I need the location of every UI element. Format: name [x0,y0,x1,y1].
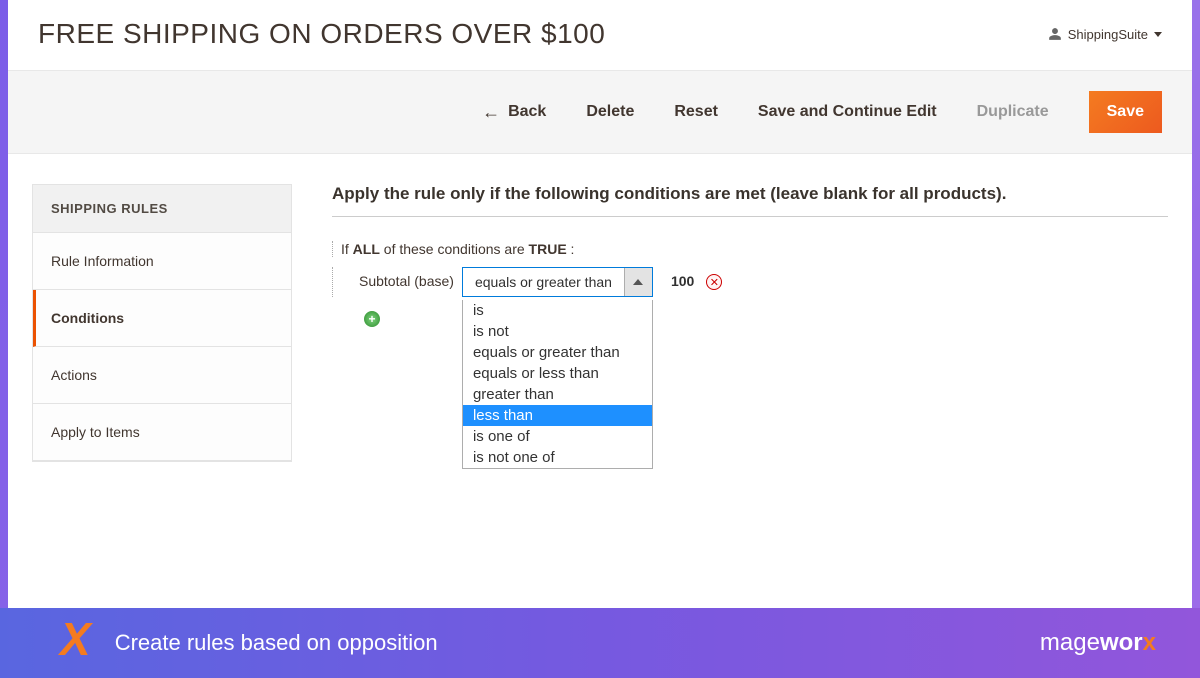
conditions-section-title: Apply the rule only if the following con… [332,184,1168,217]
caret-down-icon [1154,32,1162,37]
remove-condition-icon[interactable]: ✕ [706,274,722,290]
user-menu[interactable]: ShippingSuite [1048,27,1162,42]
cond-true[interactable]: TRUE [529,241,567,257]
footer-banner: X Create rules based on opposition magew… [0,608,1200,678]
footer-caption: Create rules based on opposition [115,630,438,656]
duplicate-button[interactable]: Duplicate [977,103,1049,121]
operator-dropdown-list: is is not equals or greater than equals … [462,300,653,469]
operator-option-gte[interactable]: equals or greater than [463,342,652,363]
condition-aggregator-line: If ALL of these conditions are TRUE : [332,241,1168,257]
operator-select[interactable]: equals or greater than is is not equals … [462,267,653,297]
triangle-up-icon [633,279,643,285]
sidebar-item-rule-information[interactable]: Rule Information [33,233,291,290]
brand-x: x [1143,629,1156,656]
back-label: Back [508,103,546,121]
operator-option-is-not[interactable]: is not [463,321,652,342]
arrow-left-icon: ← [482,102,500,123]
condition-row: Subtotal (base) equals or greater than i… [332,267,1168,297]
operator-option-lt[interactable]: less than [463,405,652,426]
brand-bold: wor [1100,629,1143,656]
reset-button[interactable]: Reset [674,103,718,121]
add-condition-icon[interactable]: + [364,311,380,327]
back-button[interactable]: ← Back [482,102,546,123]
cond-all[interactable]: ALL [353,241,380,257]
sidebar-item-actions[interactable]: Actions [33,347,291,404]
operator-option-lte[interactable]: equals or less than [463,363,652,384]
sidebar-header: SHIPPING RULES [33,185,291,233]
toolbar: ← Back Delete Reset Save and Continue Ed… [8,70,1192,154]
page-title: FREE SHIPPING ON ORDERS OVER $100 [38,18,605,50]
brand-prefix: mage [1040,629,1100,656]
operator-option-is[interactable]: is [463,300,652,321]
operator-option-gt[interactable]: greater than [463,384,652,405]
condition-attribute[interactable]: Subtotal (base) [359,267,454,289]
mageworx-logo: mageworx [1040,629,1156,657]
save-continue-button[interactable]: Save and Continue Edit [758,103,937,121]
sidebar-item-apply-to-items[interactable]: Apply to Items [33,404,291,461]
cond-mid: of these conditions are [380,241,529,257]
sidebar: SHIPPING RULES Rule Information Conditio… [32,184,292,462]
user-label: ShippingSuite [1068,27,1148,42]
sidebar-item-conditions[interactable]: Conditions [33,290,291,347]
delete-button[interactable]: Delete [586,103,634,121]
x-logo-icon: X [60,616,91,662]
user-icon [1048,27,1062,41]
condition-value[interactable]: 100 [671,267,694,289]
operator-dropdown-trigger[interactable] [624,268,652,296]
save-button[interactable]: Save [1089,91,1162,133]
operator-option-not-one-of[interactable]: is not one of [463,447,652,468]
cond-colon: : [567,241,575,257]
operator-option-one-of[interactable]: is one of [463,426,652,447]
operator-selected-value: equals or greater than [463,268,624,296]
cond-if: If [341,241,353,257]
